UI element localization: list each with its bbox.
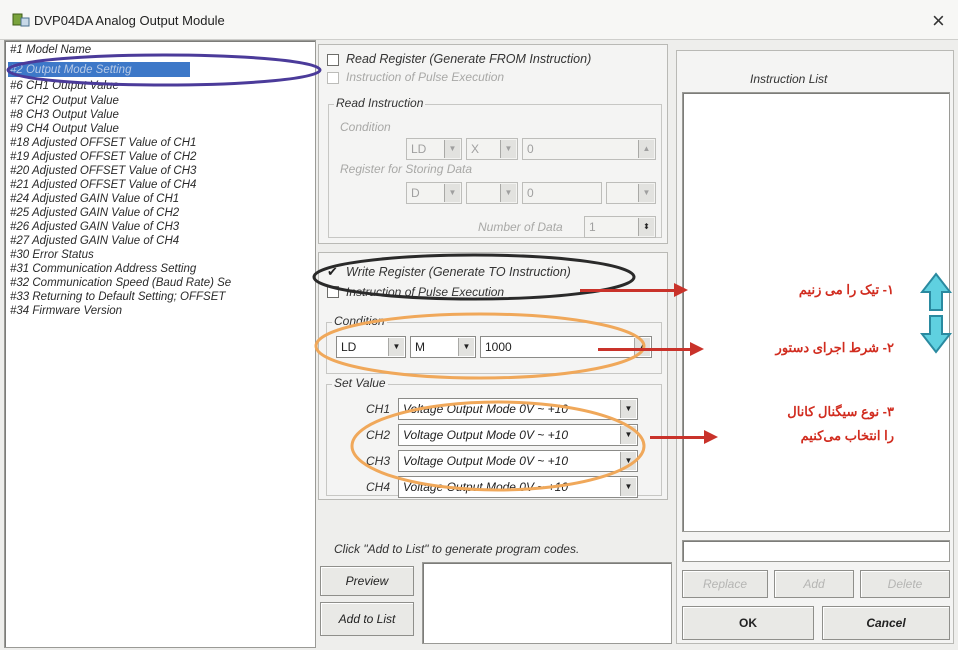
annotation-arrow-2 [598,348,692,351]
annotation-arrow-1 [580,289,676,292]
annotation-overlay [6,53,646,492]
annotation-step-2: ۲- شرط اجرای دستور [775,340,894,355]
annotation-arrow-3 [650,436,706,439]
write-register-ellipse [312,253,636,301]
annotation-arrowhead-2 [690,342,704,356]
annotation-step-3-line1: ۳- نوع سیگنال کانال [787,404,894,419]
selected-item-ellipse [6,53,322,87]
annotation-arrowhead-3 [704,430,718,444]
channel-mode-ellipse [350,400,646,492]
annotation-step-3-line2: را انتخاب می‌کنیم [800,428,894,443]
annotation-arrowhead-1 [674,283,688,297]
annotation-step-1: ۱- تیک را می زنیم [798,282,894,297]
condition-ellipse [314,312,646,380]
